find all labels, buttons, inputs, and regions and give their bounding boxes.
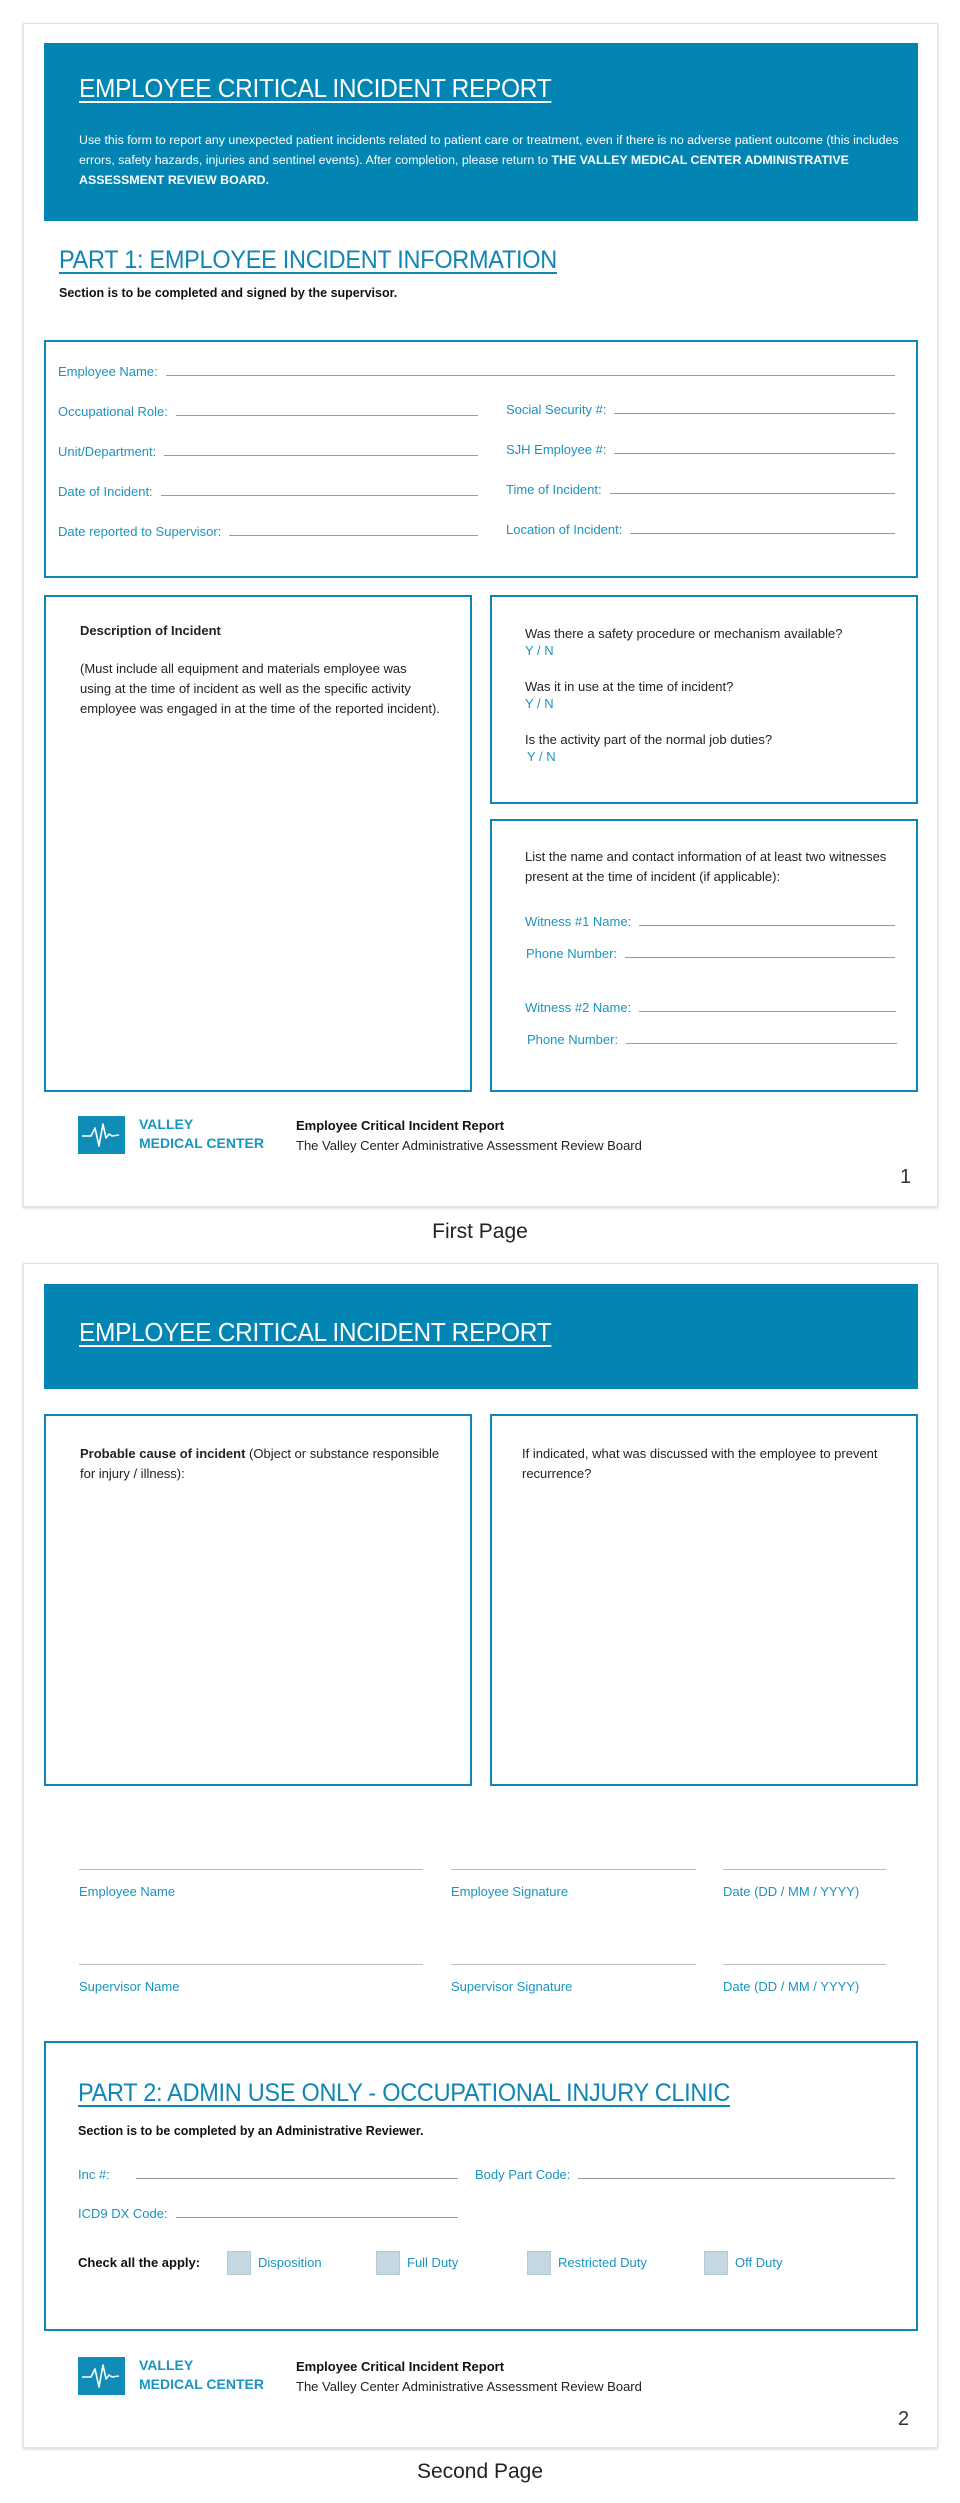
restricted-duty-label: Restricted Duty [558,2255,647,2270]
inc-number-field[interactable]: Inc #: [78,2167,458,2182]
page-number: 1 [900,1166,912,1188]
witness-instructions: List the name and contact information of… [525,849,887,884]
heartbeat-logo-icon [78,1116,125,1154]
supervisor-date-label: Date (DD / MM / YYYY) [723,1979,860,1994]
question-1: Was there a safety procedure or mechanis… [525,626,843,641]
question-2-answer[interactable]: Y / N [525,696,554,711]
part2-title: PART 2: ADMIN USE ONLY - OCCUPATIONAL IN… [78,2079,731,2107]
report-title: EMPLOYEE CRITICAL INCIDENT REPORT [79,73,552,103]
report-title: EMPLOYEE CRITICAL INCIDENT REPORT [79,1317,552,1347]
employee-name-label: Employee Name [79,1884,176,1899]
probable-cause-prompt: Probable cause of incident (Object or su… [80,1446,440,1481]
full-duty-label: Full Duty [407,2255,459,2270]
question-3-answer[interactable]: Y / N [527,749,556,764]
employee-date-line[interactable] [723,1869,886,1870]
unit-department-field[interactable]: Unit/Department: [58,444,478,459]
supervisor-name-label: Supervisor Name [79,1979,180,1994]
restricted-duty-checkbox[interactable] [527,2251,551,2275]
supervisor-name-line[interactable] [79,1964,423,1965]
part1-title: PART 1: EMPLOYEE INCIDENT INFORMATION [59,246,557,274]
witness1-phone-input[interactable] [625,957,895,958]
witness2-name-input[interactable] [639,1011,896,1012]
date-of-incident-input[interactable] [160,495,478,496]
date-of-incident-field[interactable]: Date of Incident: [58,484,478,499]
sjh-employee-input[interactable] [614,453,895,454]
header-banner: EMPLOYEE CRITICAL INCIDENT REPORT [44,1284,918,1389]
sjh-employee-field[interactable]: SJH Employee #: [506,442,895,457]
off-duty-checkbox[interactable] [704,2251,728,2275]
page-2-caption: Second Page [416,2460,544,2483]
recurrence-box[interactable]: If indicated, what was discussed with th… [490,1414,918,1786]
page-2: EMPLOYEE CRITICAL INCIDENT REPORT Probab… [23,1263,938,2448]
date-reported-field[interactable]: Date reported to Supervisor: [58,524,478,539]
witness1-name-input[interactable] [639,925,895,926]
page-number: 2 [898,2408,910,2430]
date-reported-input[interactable] [229,535,478,536]
question-1-answer[interactable]: Y / N [525,643,554,658]
witness2-phone-input[interactable] [626,1043,897,1044]
full-duty-checkbox[interactable] [376,2251,400,2275]
question-3: Is the activity part of the normal job d… [525,732,773,747]
question-2: Was it in use at the time of incident? [525,679,734,694]
unit-department-input[interactable] [164,455,478,456]
inc-number-input[interactable] [135,2178,458,2179]
icd9-code-field[interactable]: ICD9 DX Code: [78,2206,458,2221]
social-security-field[interactable]: Social Security #: [506,402,895,417]
witness2-name-field[interactable]: Witness #2 Name: [525,1000,896,1015]
witness1-name-field[interactable]: Witness #1 Name: [525,914,895,929]
time-of-incident-field[interactable]: Time of Incident: [506,482,895,497]
description-instructions: (Must include all equipment and material… [80,661,440,716]
disposition-checkbox[interactable] [227,2251,251,2275]
page-1: EMPLOYEE CRITICAL INCIDENT REPORT Use th… [23,23,938,1207]
recurrence-prompt: If indicated, what was discussed with th… [522,1446,878,1481]
page-1-caption: First Page [432,1220,528,1243]
header-banner: EMPLOYEE CRITICAL INCIDENT REPORT Use th… [44,43,918,221]
description-box[interactable]: Description of Incident (Must include al… [44,595,472,1092]
supervisor-signature-line[interactable] [451,1964,696,1965]
employee-name-line[interactable] [79,1869,423,1870]
part2-subtitle: Section is to be completed by an Adminis… [78,2124,424,2138]
supervisor-signature-label: Supervisor Signature [451,1979,573,1994]
employee-signature-line[interactable] [451,1869,696,1870]
social-security-input[interactable] [614,413,895,414]
description-heading: Description of Incident [80,623,221,638]
heartbeat-logo-icon [78,2357,125,2395]
part2-box: PART 2: ADMIN USE ONLY - OCCUPATIONAL IN… [44,2041,918,2331]
off-duty-label: Off Duty [735,2255,783,2270]
check-all-label: Check all the apply: [78,2255,201,2270]
footer-subtitle: The Valley Center Administrative Assessm… [296,2379,642,2394]
footer-title: Employee Critical Incident Report [296,1118,505,1133]
witness-box: List the name and contact information of… [490,819,918,1092]
body-part-code-field[interactable]: Body Part Code: [475,2167,895,2182]
location-of-incident-input[interactable] [630,533,895,534]
employee-info-box: Employee Name: Occupational Role: Social… [44,340,918,578]
disposition-label: Disposition [258,2255,322,2270]
employee-name-input[interactable] [165,375,895,376]
icd9-code-input[interactable] [175,2217,458,2218]
occupational-role-field[interactable]: Occupational Role: [58,404,478,419]
footer-title: Employee Critical Incident Report [296,2359,505,2374]
footer-subtitle: The Valley Center Administrative Assessm… [296,1138,642,1153]
report-description: Use this form to report any unexpected p… [79,133,899,187]
witness1-phone-field[interactable]: Phone Number: [526,946,895,961]
brand-name: VALLEY MEDICAL CENTER [139,1116,264,1151]
safety-questions-box: Was there a safety procedure or mechanis… [490,595,918,804]
supervisor-date-line[interactable] [723,1964,886,1965]
employee-name-field[interactable]: Employee Name: [58,364,895,379]
employee-signature-label: Employee Signature [451,1884,569,1899]
body-part-code-input[interactable] [578,2178,895,2179]
part1-subtitle: Section is to be completed and signed by… [59,286,398,300]
brand-name: VALLEY MEDICAL CENTER [139,2357,264,2392]
occupational-role-input[interactable] [175,415,478,416]
witness2-phone-field[interactable]: Phone Number: [527,1032,897,1047]
time-of-incident-input[interactable] [609,493,895,494]
location-of-incident-field[interactable]: Location of Incident: [506,522,895,537]
probable-cause-box[interactable]: Probable cause of incident (Object or su… [44,1414,472,1786]
employee-date-label: Date (DD / MM / YYYY) [723,1884,860,1899]
